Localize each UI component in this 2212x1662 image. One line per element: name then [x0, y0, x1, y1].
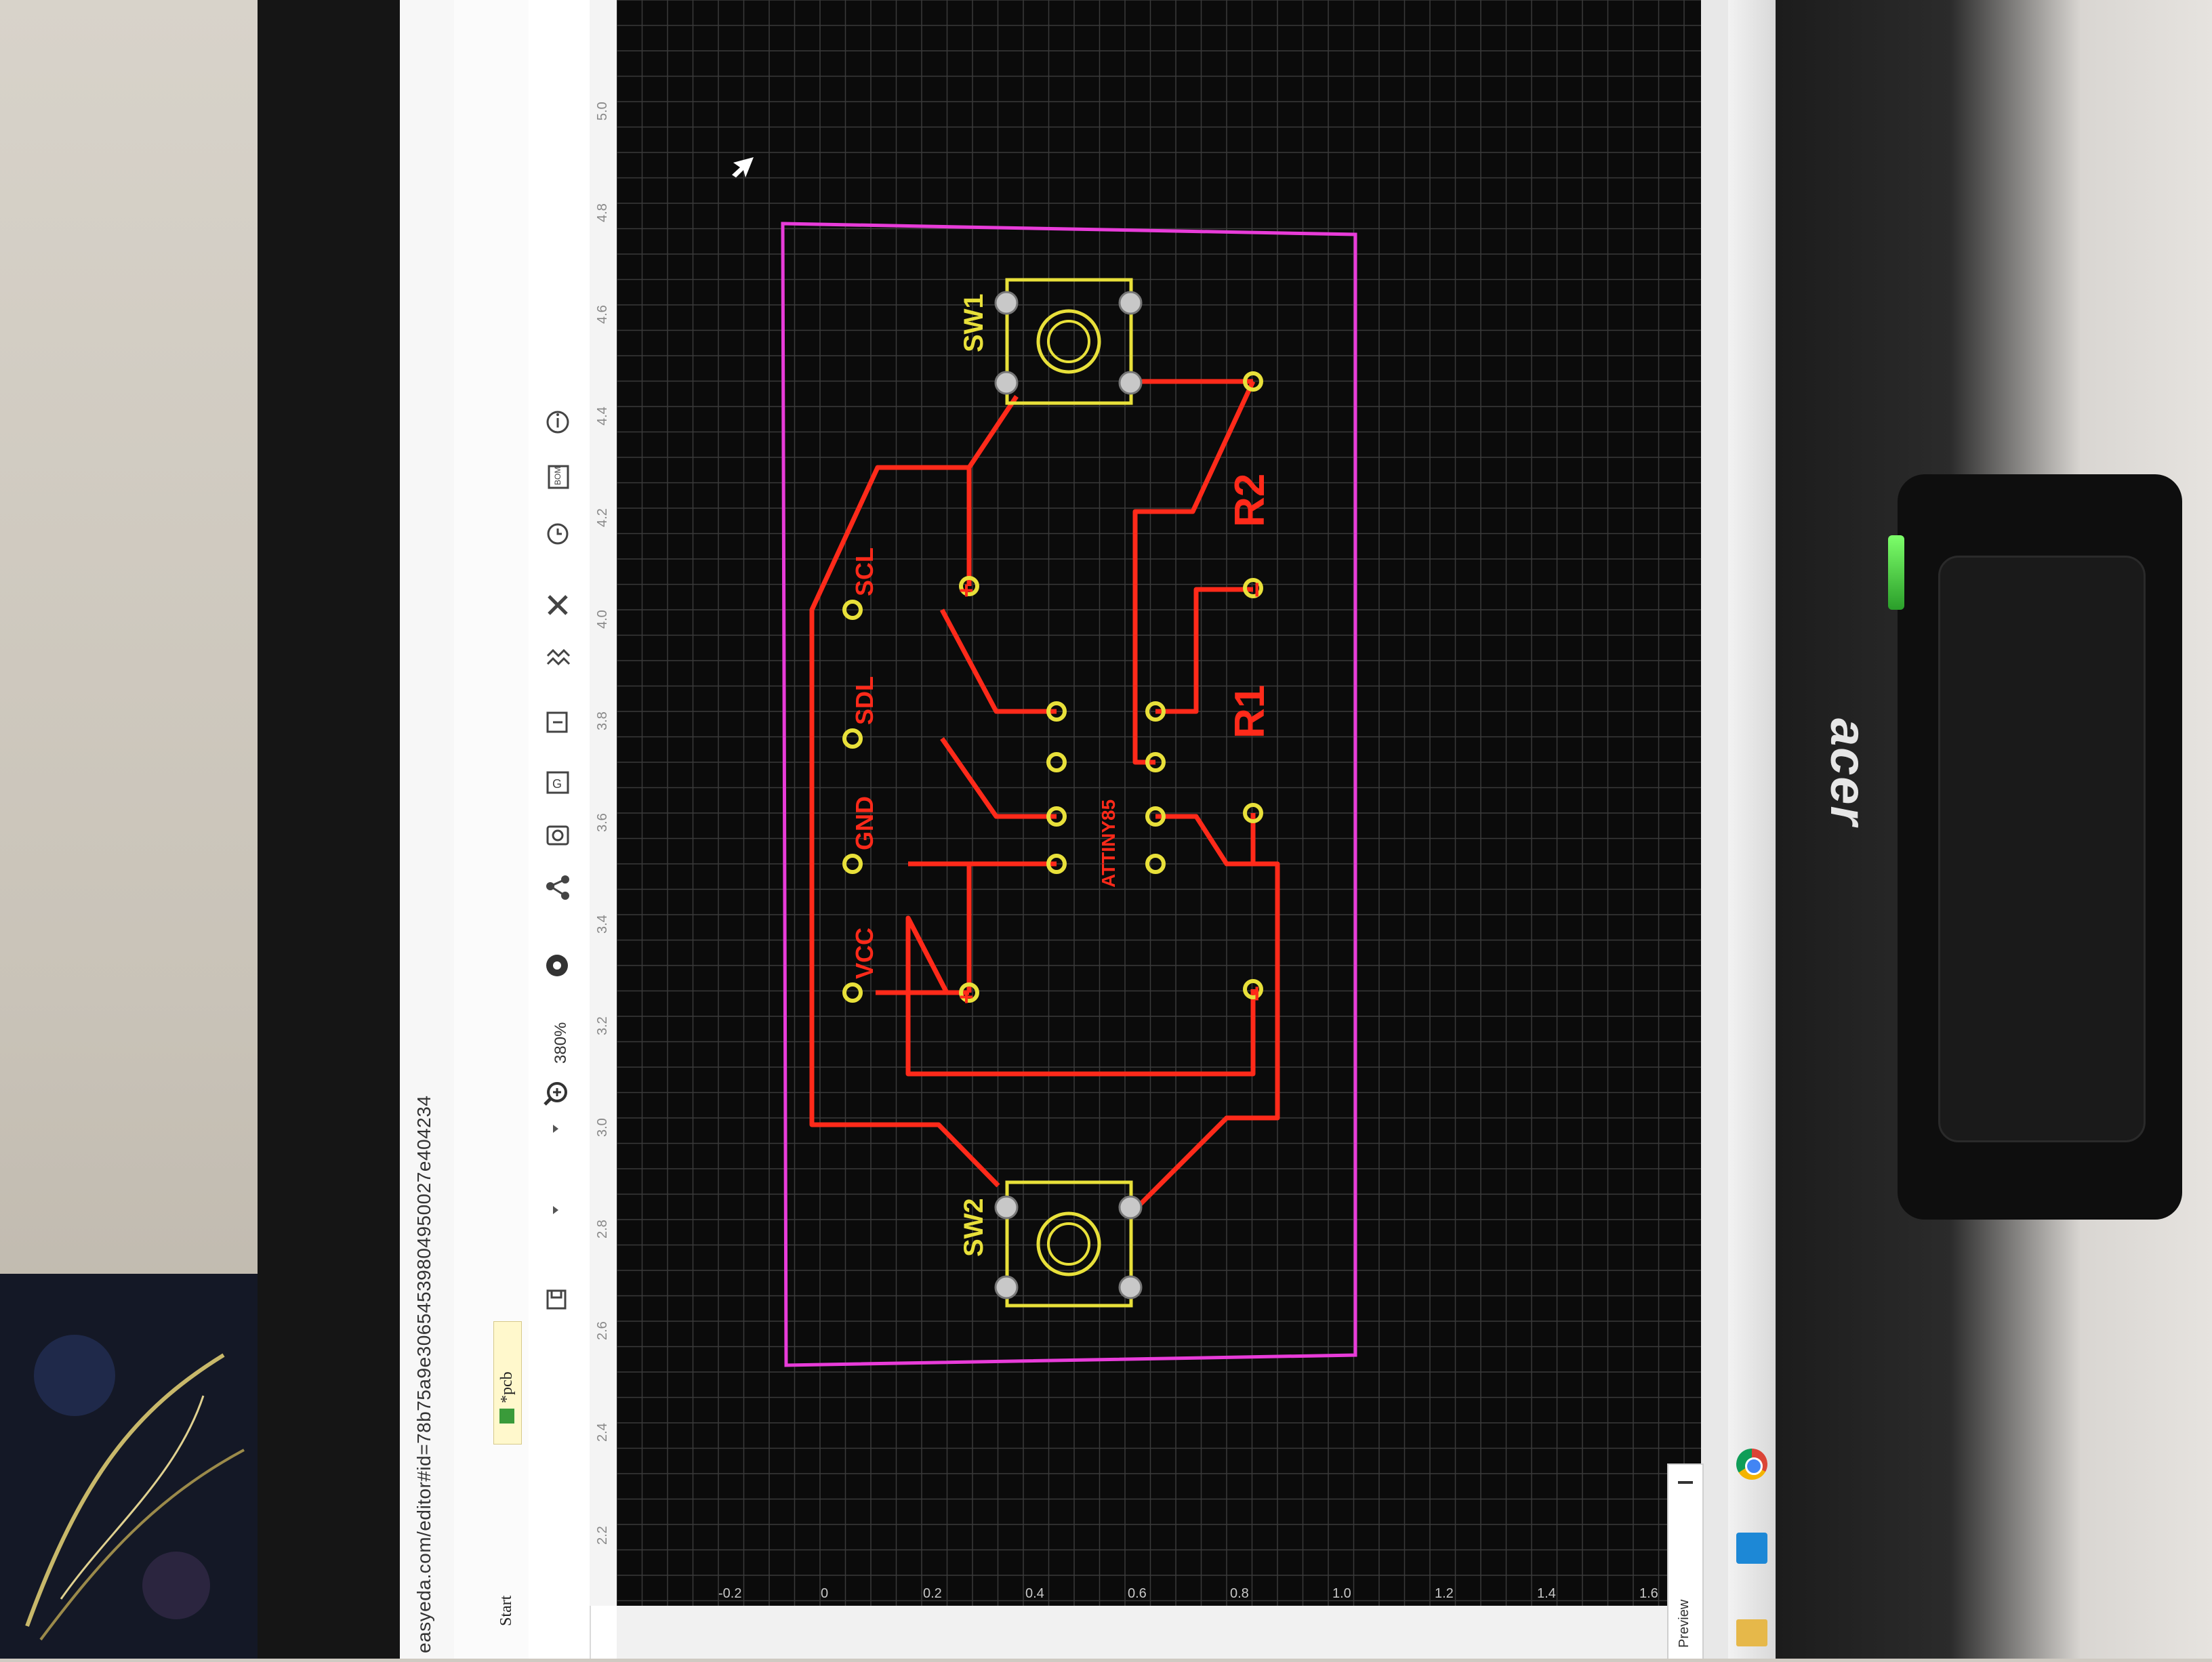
- label-r1: R1: [1227, 685, 1273, 739]
- app-icon[interactable]: [1736, 1533, 1767, 1564]
- trace: [809, 395, 1019, 1127]
- label-plus: +: [952, 583, 980, 598]
- label-sdl: SDL: [851, 676, 878, 725]
- tools-icon[interactable]: [548, 595, 568, 615]
- toolbar: G 380% BOM: [529, 0, 591, 1659]
- ruler-label: 4.0: [595, 610, 610, 629]
- minimize-icon[interactable]: [1678, 1481, 1693, 1484]
- switch-sw2[interactable]: [994, 1180, 1143, 1308]
- ruler-label: 1.4: [1537, 1586, 1556, 1601]
- label-r2: R2: [1227, 474, 1273, 527]
- ruler-label: 2.2: [595, 1526, 610, 1545]
- ruler-label: 0.8: [1230, 1586, 1249, 1601]
- ruler-label: 4.8: [595, 203, 610, 222]
- save-icon[interactable]: [546, 1289, 567, 1310]
- pad: [842, 982, 863, 1003]
- url-text: easyeda.com/editor#id=78b75a9e3065453980…: [413, 1095, 434, 1653]
- settings-icon[interactable]: [546, 955, 568, 976]
- tab-pcb[interactable]: *pcb: [493, 1321, 522, 1445]
- mouse-cursor-icon: [732, 157, 754, 178]
- label-gnd: GND: [851, 796, 878, 850]
- editor-tab-strip: *pcb Start: [454, 0, 529, 1659]
- top-ruler: 2.2 2.4 2.6 2.8 3.0 3.2 3.4 3.6 3.8 4.0 …: [590, 0, 617, 1606]
- ruler-label: 1.0: [1332, 1586, 1351, 1601]
- label-vcc: VCC: [851, 928, 878, 979]
- tab-start[interactable]: Start: [493, 1552, 520, 1640]
- label-minus: −: [1242, 582, 1272, 598]
- preview-panel[interactable]: Preview: [1667, 1463, 1704, 1659]
- label-scl: SCL: [851, 547, 878, 596]
- bottom-ruler: -0.2 0 0.2 0.4 0.6 0.8 1.0 1.2 1.4 1.6: [718, 1586, 1658, 1601]
- ruler-label: 2.6: [595, 1321, 610, 1340]
- ruler-label: 0: [821, 1586, 828, 1601]
- dropdown-arrow[interactable]: [553, 1125, 558, 1133]
- ruler-label: 0.6: [1128, 1586, 1147, 1601]
- ruler-label: 1.2: [1435, 1586, 1454, 1601]
- label-plus: +: [952, 990, 980, 1004]
- ruler-label: 0.4: [1025, 1586, 1044, 1601]
- wall-painting: [0, 1274, 264, 1659]
- tab-start-label: Start: [497, 1595, 515, 1626]
- share-icon[interactable]: [546, 875, 569, 900]
- screen: easyeda.com/editor#id=78b75a9e3065453980…: [400, 0, 1728, 1659]
- zoom-icon[interactable]: [544, 1082, 567, 1106]
- ruler-label: 3.0: [595, 1118, 610, 1137]
- ruler-label: 4.6: [595, 305, 610, 324]
- ruler-label: 5.0: [595, 102, 610, 121]
- address-bar[interactable]: easyeda.com/editor#id=78b75a9e3065453980…: [400, 0, 455, 1659]
- ruler-label: 2.4: [595, 1423, 610, 1442]
- zoom-level[interactable]: 380%: [552, 1022, 571, 1064]
- preview-label: Preview: [1677, 1599, 1692, 1648]
- trace: [966, 861, 1057, 993]
- pcb-canvas[interactable]: SW1 SW2 R1 R2 ATTINY85 VCC GND SDL SCL +…: [616, 0, 1701, 1606]
- ruler-label: 3.8: [595, 711, 610, 730]
- chrome-icon[interactable]: [1736, 1449, 1767, 1480]
- painting-strokes-icon: [25, 1335, 245, 1641]
- stand-inner: [1938, 556, 2146, 1142]
- ruler-label: -0.2: [718, 1586, 741, 1601]
- ruler-label: 4.2: [595, 508, 610, 527]
- taskbar: [1728, 0, 1776, 1659]
- monitor-brand: acer: [1820, 718, 1877, 827]
- ruler-label: 3.2: [595, 1016, 610, 1035]
- ruler-label: 1.6: [1639, 1586, 1658, 1601]
- label-sw1: SW1: [959, 293, 989, 352]
- bottom-bar: [617, 1606, 1701, 1659]
- trace: [853, 1122, 1000, 1188]
- layers-icon[interactable]: [546, 648, 571, 666]
- bom-label: BOM: [553, 466, 562, 485]
- pcb-grid: [616, 0, 1701, 1606]
- pad: [842, 728, 863, 749]
- ruler-label: 3.6: [595, 813, 610, 832]
- label-minus: −: [1242, 986, 1272, 1001]
- svg-text:G: G: [552, 777, 562, 791]
- history-icon[interactable]: [547, 523, 569, 545]
- info-icon[interactable]: [546, 411, 569, 434]
- label-ic: ATTINY85: [1098, 799, 1119, 888]
- camera-icon[interactable]: [546, 825, 569, 846]
- traces: [809, 379, 1280, 1208]
- ruler-label: 2.8: [595, 1220, 610, 1239]
- trace: [905, 917, 949, 994]
- ruler-label: 3.4: [595, 915, 610, 934]
- switch-sw1[interactable]: [994, 278, 1143, 405]
- tab-pcb-label: *pcb: [498, 1371, 516, 1403]
- folder-icon[interactable]: [1736, 1619, 1767, 1646]
- ruler-label: 0.2: [923, 1586, 942, 1601]
- power-led-indicator: [1888, 535, 1904, 610]
- pcb-file-icon: [499, 1409, 514, 1424]
- gerber-icon[interactable]: G: [546, 771, 569, 794]
- toolbar-icons: G: [544, 411, 571, 1310]
- pcb-drawing: SW1 SW2 R1 R2 ATTINY85 VCC GND SDL SCL +…: [616, 0, 1701, 1606]
- trace: [940, 737, 1057, 819]
- label-sw2: SW2: [959, 1198, 989, 1257]
- import-icon[interactable]: [546, 711, 568, 733]
- ruler-label: 4.4: [595, 407, 610, 425]
- right-panel: [1701, 0, 1728, 1659]
- dropdown-arrow[interactable]: [553, 1206, 558, 1214]
